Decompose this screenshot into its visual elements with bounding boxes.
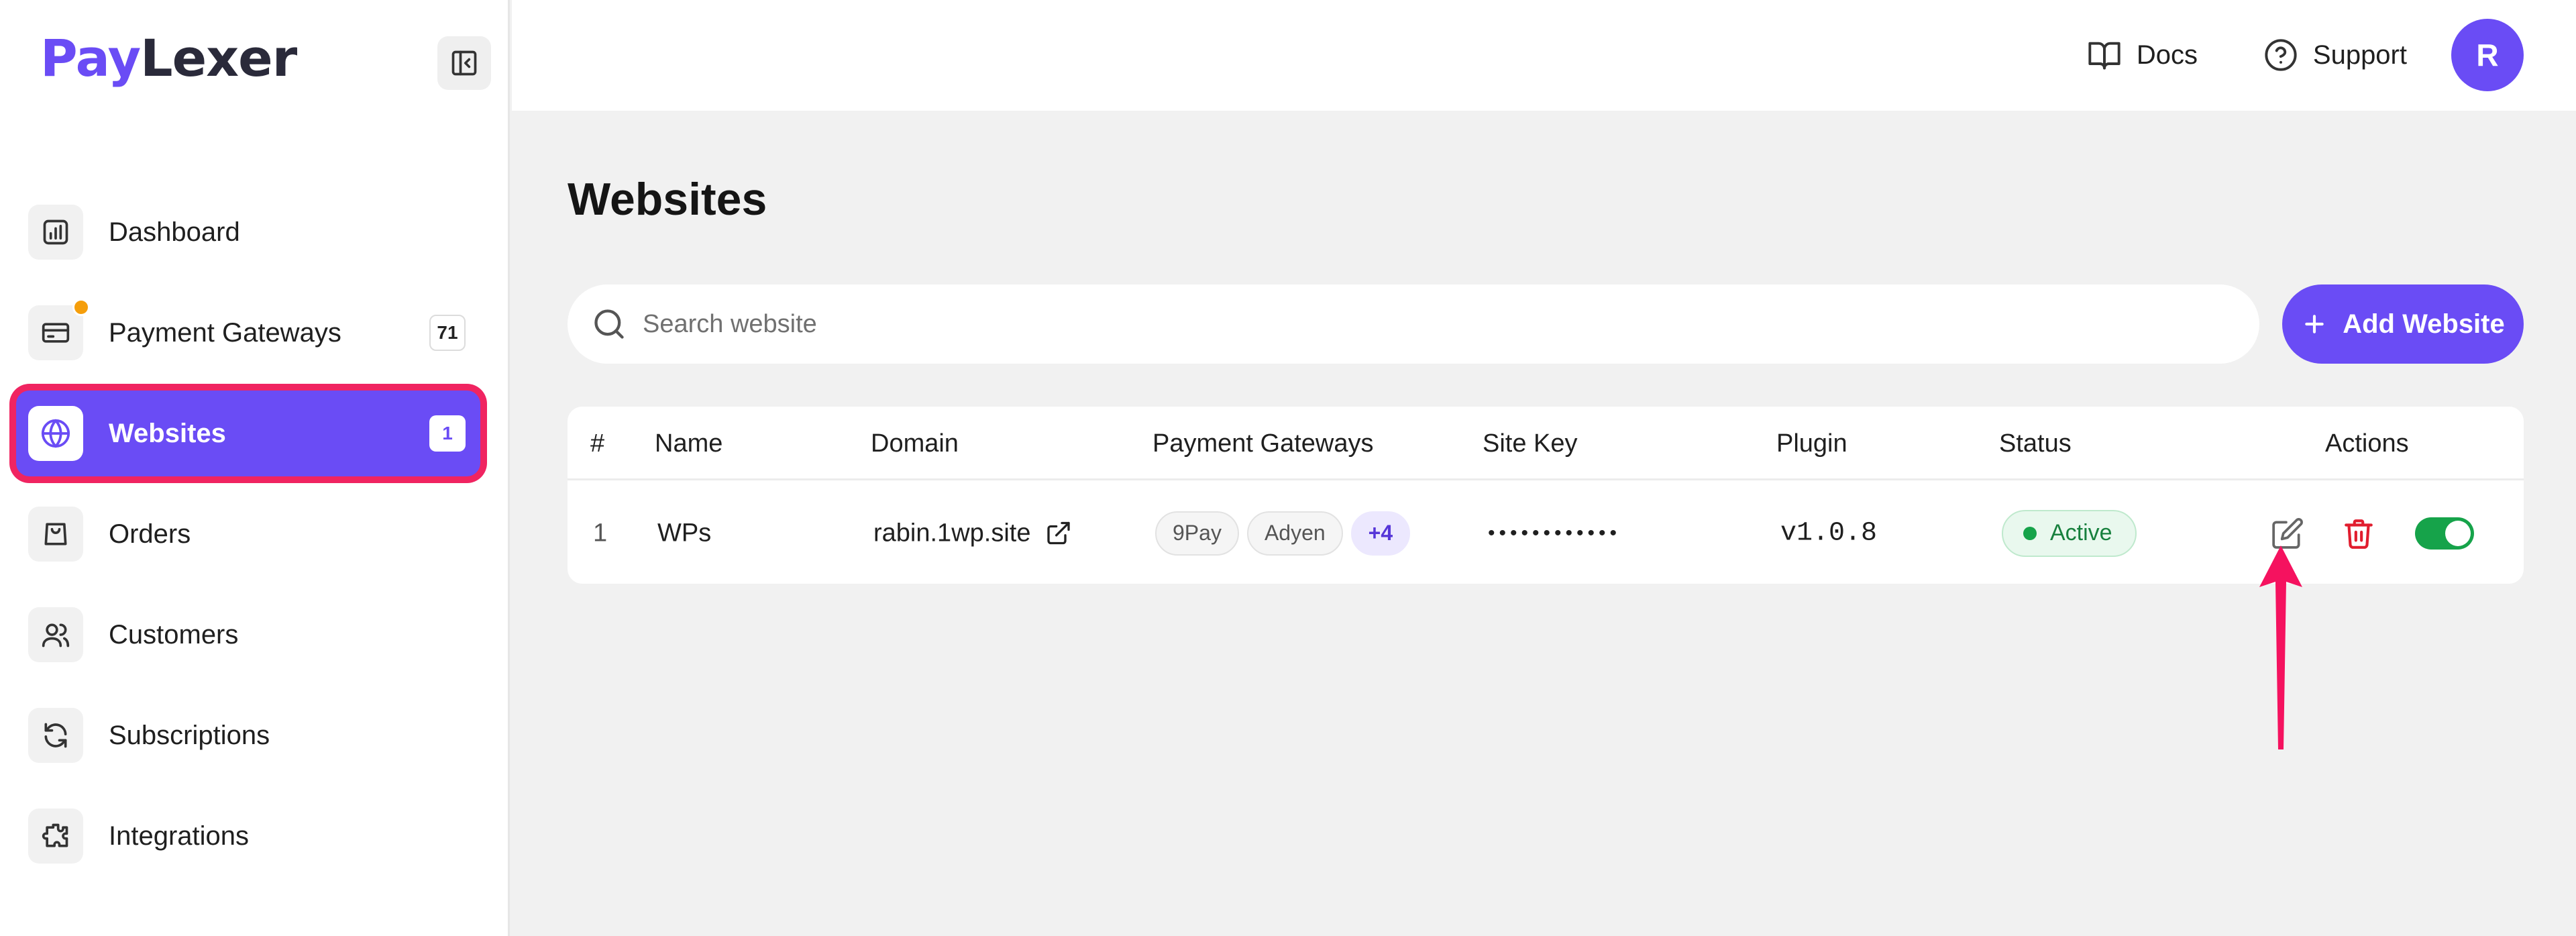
status-label: Active xyxy=(2050,520,2112,545)
brand-logo[interactable]: PayLexer xyxy=(40,28,297,89)
column-header-site-key: Site Key xyxy=(1483,429,1578,458)
sidebar-nav: Dashboard Payment Gateways 71 Websites 1 xyxy=(16,189,480,894)
table-row[interactable]: 1 WPs rabin.1wp.site 9Pay Adyen +4 •••••… xyxy=(568,482,2524,584)
notification-dot xyxy=(72,299,90,316)
sidebar-item-orders[interactable]: Orders xyxy=(16,491,480,577)
plus-icon xyxy=(2305,315,2324,333)
column-header-plugin: Plugin xyxy=(1776,429,1847,458)
book-icon xyxy=(2088,42,2121,70)
sidebar-item-label: Customers xyxy=(109,619,239,649)
user-avatar[interactable]: R xyxy=(2451,19,2524,91)
row-site-key: •••••••••••• xyxy=(1488,521,1621,544)
table-header: # Name Domain Payment Gateways Site Key … xyxy=(568,407,2524,480)
brand-logo-pay: Pay xyxy=(40,28,141,88)
column-header-payment-gateways: Payment Gateways xyxy=(1152,429,1374,458)
sidebar-item-payment-gateways[interactable]: Payment Gateways 71 xyxy=(16,290,480,376)
sidebar: PayLexer Dashboard Payment Gateways 71 W… xyxy=(0,0,510,936)
row-gateways: 9Pay Adyen +4 xyxy=(1155,511,1418,556)
column-header-actions: Actions xyxy=(2325,429,2409,458)
sidebar-item-dashboard[interactable]: Dashboard xyxy=(16,189,480,275)
column-header-status: Status xyxy=(1999,429,2072,458)
sidebar-item-customers[interactable]: Customers xyxy=(16,592,480,678)
support-link[interactable]: Support xyxy=(2263,35,2407,75)
gateway-more-chip[interactable]: +4 xyxy=(1350,511,1411,556)
row-domain-link[interactable]: rabin.1wp.site xyxy=(873,519,1072,548)
search-icon xyxy=(594,309,624,339)
app-root: PayLexer Dashboard Payment Gateways 71 W… xyxy=(0,0,2576,936)
gateway-chip: 9Pay xyxy=(1155,511,1239,556)
websites-table: # Name Domain Payment Gateways Site Key … xyxy=(568,407,2524,584)
toggle-knob xyxy=(2445,520,2471,546)
row-status: Active xyxy=(2002,509,2137,557)
external-link-icon xyxy=(1047,521,1071,545)
globe-icon xyxy=(28,406,83,461)
status-dot xyxy=(2023,526,2037,540)
add-website-button[interactable]: Add Website xyxy=(2282,284,2524,364)
puzzle-icon xyxy=(28,809,83,864)
credit-card-icon xyxy=(28,299,90,360)
users-icon xyxy=(28,607,83,662)
sidebar-item-label: Subscriptions xyxy=(109,720,270,750)
refresh-icon xyxy=(28,708,83,763)
count-badge: 71 xyxy=(429,315,466,351)
search-bar[interactable] xyxy=(568,284,2259,364)
sidebar-item-label: Integrations xyxy=(109,821,250,851)
sidebar-item-label: Dashboard xyxy=(109,217,240,247)
sidebar-item-integrations[interactable]: Integrations xyxy=(16,793,480,879)
sidebar-item-label: Orders xyxy=(109,519,191,549)
help-circle-icon xyxy=(2265,39,2297,71)
sidebar-item-label: Payment Gateways xyxy=(109,317,341,348)
sidebar-item-subscriptions[interactable]: Subscriptions xyxy=(16,692,480,778)
docs-link[interactable]: Docs xyxy=(2087,35,2198,75)
column-header-name: Name xyxy=(655,429,723,458)
docs-label: Docs xyxy=(2136,40,2198,70)
row-domain: rabin.1wp.site xyxy=(873,519,1031,547)
sidebar-item-websites[interactable]: Websites 1 xyxy=(16,391,480,476)
chart-icon xyxy=(28,205,83,260)
column-header-index: # xyxy=(590,429,605,458)
gateway-chip: Adyen xyxy=(1246,511,1343,556)
delete-button[interactable] xyxy=(2337,512,2380,555)
support-label: Support xyxy=(2312,40,2407,70)
row-plugin-version: v1.0.8 xyxy=(1780,518,1878,548)
add-website-label: Add Website xyxy=(2343,309,2505,339)
sidebar-item-label: Websites xyxy=(109,418,226,448)
sidebar-collapse-button[interactable] xyxy=(437,36,491,90)
search-input[interactable] xyxy=(643,309,2186,339)
trash-icon xyxy=(2345,519,2373,549)
row-name: WPs xyxy=(657,519,712,547)
brand-logo-lexer: Lexer xyxy=(140,28,297,88)
page-title: Websites xyxy=(568,174,767,225)
enable-toggle[interactable] xyxy=(2415,517,2474,550)
shopping-bag-icon xyxy=(28,507,83,562)
annotation-arrow xyxy=(2259,545,2302,749)
count-badge: 1 xyxy=(429,415,466,452)
sidebar-collapse-icon xyxy=(451,50,477,76)
status-badge: Active xyxy=(2002,509,2137,557)
top-bar: Docs Support R xyxy=(512,0,2576,111)
row-index: 1 xyxy=(593,519,608,547)
column-header-domain: Domain xyxy=(871,429,959,458)
